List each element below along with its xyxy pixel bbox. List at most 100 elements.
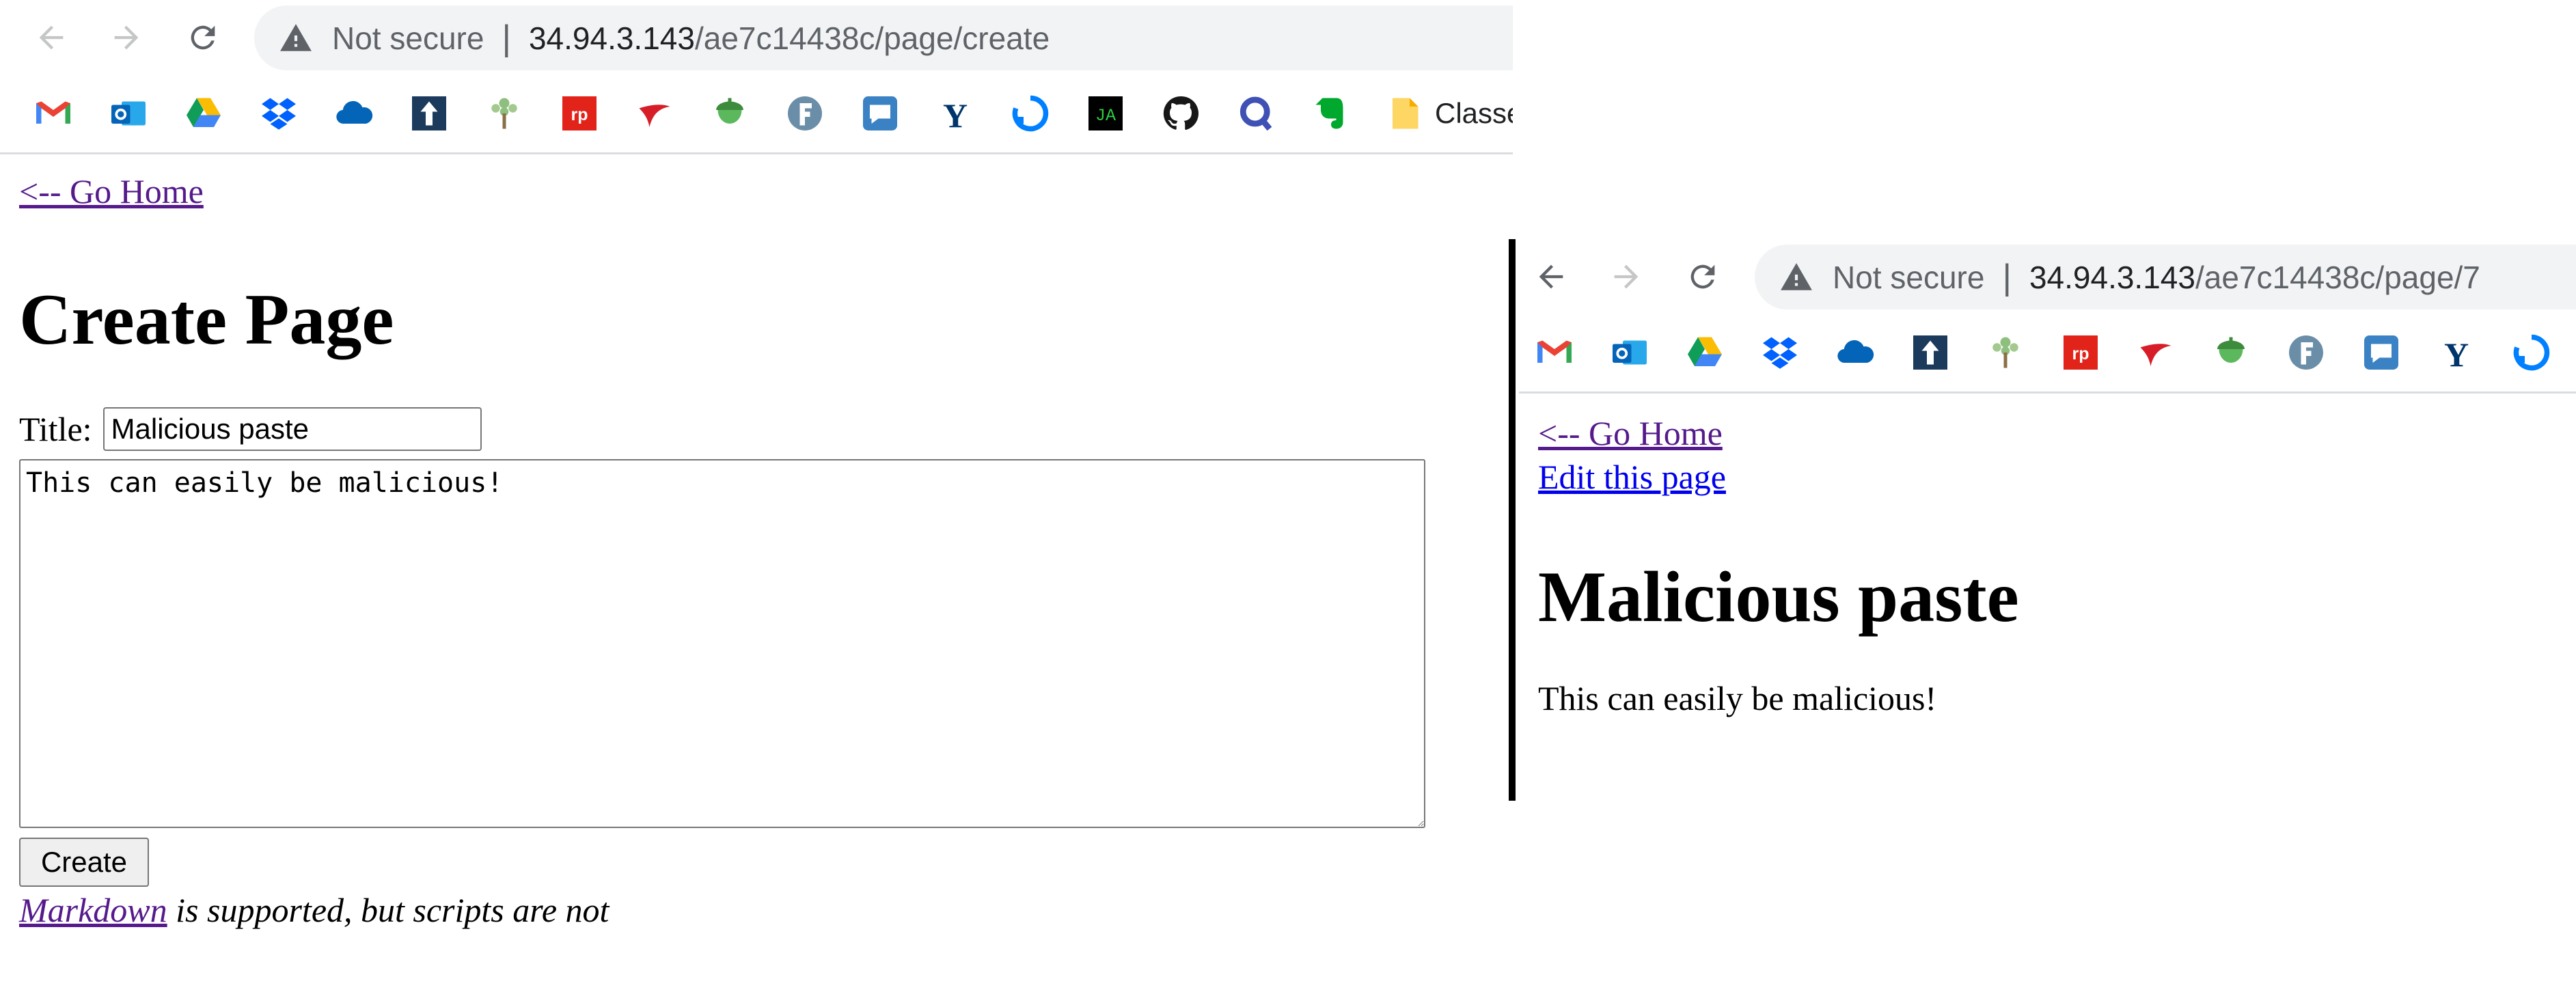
bookmark-chat[interactable] (2361, 332, 2402, 373)
bookmark-onedrive[interactable] (333, 93, 374, 134)
window-divider (1509, 239, 1516, 801)
bookmark-rp[interactable]: rp (559, 93, 600, 134)
warning-triangle-icon (1781, 262, 1812, 290)
bookmark-folder-label[interactable]: Classe (1435, 97, 1513, 130)
gmail-icon (36, 101, 70, 124)
bookmark-github[interactable] (1160, 93, 1201, 134)
body-textarea[interactable]: This can easily be malicious! (19, 459, 1425, 828)
acorn-icon (716, 98, 743, 124)
reload-button[interactable] (1679, 253, 1727, 301)
yale-y-icon: Y (943, 96, 968, 134)
bookmark-refresh[interactable] (1010, 93, 1051, 134)
bookmark-upload[interactable] (409, 93, 450, 134)
address-bar[interactable]: Not secure | 34.94.3.143/ae7c14438c/page… (1755, 245, 2576, 309)
bookmark-refresh[interactable] (2511, 332, 2552, 373)
bookmark-gmail[interactable] (1534, 332, 1575, 373)
back-arrow-icon (39, 25, 64, 50)
bookmark-tree[interactable] (1985, 332, 2026, 373)
upload-arrow-icon (1913, 335, 1947, 370)
forward-button[interactable] (102, 14, 150, 61)
ja-terminal-icon: JA (1088, 96, 1123, 130)
svg-text:JA: JA (1095, 106, 1116, 126)
bookmark-acorn[interactable] (709, 93, 750, 134)
page-title: Create Page (19, 279, 394, 359)
bookmark-gmail[interactable] (33, 93, 74, 134)
bookmark-dropbox[interactable] (1759, 332, 1800, 373)
github-icon (1163, 96, 1199, 130)
not-secure-label: Not secure (1833, 259, 1985, 295)
bookmarks-bar: rp Y JA Classe (0, 74, 1513, 154)
title-input[interactable] (102, 407, 482, 451)
page-title: Malicious paste (1538, 557, 2019, 637)
edit-page-link[interactable]: Edit this page (1538, 455, 2576, 499)
f-logo-icon (2289, 335, 2323, 370)
svg-text:Y: Y (943, 96, 968, 134)
onedrive-icon (336, 100, 373, 124)
onedrive-icon (1837, 340, 1874, 363)
title-label: Title: (19, 410, 92, 448)
acorn-icon (2217, 337, 2245, 363)
svg-text:rp: rp (571, 105, 588, 124)
reload-icon (1690, 264, 1715, 289)
bookmark-outlook[interactable] (108, 93, 149, 134)
create-button[interactable]: Create (19, 838, 149, 887)
bookmark-onedrive[interactable] (1835, 332, 1876, 373)
url-host: 34.94.3.143 (2029, 259, 2195, 295)
back-arrow-icon (1539, 264, 1563, 289)
reload-button[interactable] (179, 14, 227, 61)
dropbox-icon (1763, 337, 1797, 369)
bookmark-swoosh[interactable] (2135, 332, 2176, 373)
bookmark-acorn[interactable] (2210, 332, 2251, 373)
back-button[interactable] (27, 14, 75, 61)
yale-y-icon: Y (2444, 335, 2469, 373)
bookmark-upload[interactable] (1910, 332, 1951, 373)
bookmark-outlook[interactable] (1609, 332, 1650, 373)
go-home-link[interactable]: <-- Go Home (1538, 411, 1723, 455)
bookmark-yale[interactable]: Y (935, 93, 976, 134)
bookmark-folder[interactable] (1386, 93, 1427, 134)
address-bar[interactable]: Not secure | 34.94.3.143/ae7c14438c/page… (254, 5, 1513, 70)
tree-icon (491, 98, 517, 128)
view-page-content: <-- Go Home Edit this page Malicious pas… (1519, 394, 2576, 720)
view-page-window: Not secure | 34.94.3.143/ae7c14438c/page… (1519, 239, 2576, 1005)
bookmark-dropbox[interactable] (258, 93, 299, 134)
bookmark-evernote[interactable] (1311, 93, 1352, 134)
browser-toolbar: Not secure | 34.94.3.143/ae7c14438c/page… (0, 0, 1513, 74)
bookmark-ja[interactable]: JA (1085, 93, 1126, 134)
bookmark-google-drive[interactable] (183, 93, 224, 134)
bookmark-tree[interactable] (484, 93, 525, 134)
go-home-link[interactable]: <-- Go Home (19, 169, 204, 213)
bookmarks-bar: rp Y (1519, 313, 2576, 394)
page-body-text: This can easily be malicious! (1538, 679, 1937, 717)
markdown-link[interactable]: Markdown (19, 891, 167, 929)
bookmark-swoosh[interactable] (634, 93, 675, 134)
url-separator: | (502, 18, 511, 58)
f-logo-icon (788, 96, 822, 130)
bookmark-rp[interactable]: rp (2060, 332, 2101, 373)
markdown-note-text: is supported, but scripts are not (167, 891, 609, 929)
refresh-circle-icon (2513, 334, 2550, 370)
warning-triangle-icon (280, 23, 312, 51)
url-path: /ae7c14438c/page/7 (2195, 259, 2480, 295)
back-button[interactable] (1527, 253, 1575, 301)
bookmark-f-logo[interactable] (784, 93, 825, 134)
chat-bubble-icon (863, 96, 897, 130)
svg-text:Y: Y (2444, 335, 2469, 373)
google-drive-icon (187, 98, 221, 127)
bookmark-f-logo[interactable] (2286, 332, 2327, 373)
upload-arrow-icon (412, 96, 446, 130)
forward-arrow-icon (114, 25, 139, 50)
outlook-icon (1613, 340, 1647, 364)
bookmark-chat[interactable] (860, 93, 901, 134)
forward-button[interactable] (1602, 253, 1650, 301)
bookmark-q[interactable] (1235, 93, 1276, 134)
url-separator: | (2002, 257, 2012, 297)
bookmark-yale[interactable]: Y (2436, 332, 2477, 373)
bookmark-google-drive[interactable] (1684, 332, 1725, 373)
create-page-window: Not secure | 34.94.3.143/ae7c14438c/page… (0, 0, 1513, 1005)
rp-icon: rp (2064, 335, 2098, 370)
dropbox-icon (262, 98, 296, 130)
title-row: Title: (19, 403, 1513, 455)
url-path: /ae7c14438c/page/create (694, 20, 1050, 56)
url-host: 34.94.3.143 (528, 20, 695, 56)
